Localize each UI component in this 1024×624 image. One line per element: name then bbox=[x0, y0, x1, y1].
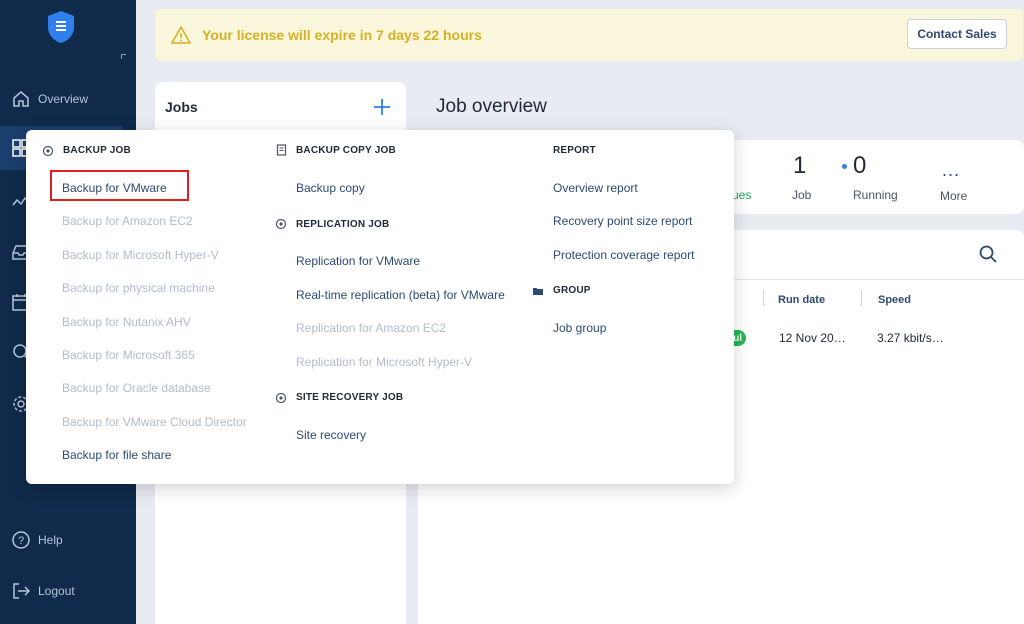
replication-icon bbox=[275, 218, 287, 230]
column-header-run-date[interactable]: Run date bbox=[778, 294, 825, 306]
menu-item-backup-vcd: Backup for VMware Cloud Director bbox=[62, 415, 247, 429]
column-separator bbox=[763, 290, 764, 306]
column-header-speed[interactable]: Speed bbox=[878, 294, 911, 306]
replication-header: REPLICATION JOB bbox=[296, 219, 390, 230]
menu-item-backup-physical: Backup for physical machine bbox=[62, 281, 215, 295]
logout-icon bbox=[13, 583, 30, 599]
jobs-title: Jobs bbox=[165, 99, 198, 115]
menu-item-backup-copy[interactable]: Backup copy bbox=[296, 181, 365, 195]
job-label: Job bbox=[792, 188, 812, 202]
svg-text:?: ? bbox=[18, 535, 24, 547]
help-label: Help bbox=[38, 533, 63, 547]
backup-copy-icon bbox=[276, 144, 287, 156]
backup-copy-header: BACKUP COPY JOB bbox=[296, 145, 396, 156]
folder-icon bbox=[533, 288, 543, 295]
running-count[interactable]: 0 bbox=[853, 152, 866, 180]
issues-label[interactable]: ues bbox=[732, 188, 751, 202]
sidebar-item-overview[interactable]: Overview bbox=[0, 77, 136, 121]
menu-item-job-group[interactable]: Job group bbox=[553, 321, 606, 335]
running-label: Running bbox=[853, 188, 898, 202]
table-cell-run-date: 12 Nov 20… bbox=[779, 331, 846, 345]
more-label[interactable]: More bbox=[940, 189, 967, 203]
site-recovery-icon bbox=[275, 392, 287, 404]
logout-label: Logout bbox=[38, 584, 75, 598]
menu-item-site-recovery[interactable]: Site recovery bbox=[296, 428, 366, 442]
shield-logo-icon bbox=[48, 11, 74, 43]
column-separator bbox=[861, 290, 862, 306]
menu-item-backup-hyper-v: Backup for Microsoft Hyper-V bbox=[62, 248, 219, 262]
menu-item-replication-hyper-v: Replication for Microsoft Hyper-V bbox=[296, 355, 473, 369]
page-title: Job overview bbox=[436, 96, 547, 117]
sidebar-item-help[interactable]: ? Help bbox=[0, 518, 136, 562]
menu-item-overview-report[interactable]: Overview report bbox=[553, 181, 638, 195]
contact-sales-button[interactable]: Contact Sales bbox=[907, 19, 1007, 49]
menu-item-protection-coverage-report[interactable]: Protection coverage report bbox=[553, 248, 694, 262]
table-cell-speed: 3.27 kbit/s… bbox=[877, 331, 944, 345]
menu-item-backup-m365: Backup for Microsoft 365 bbox=[62, 348, 195, 362]
menu-item-backup-nutanix: Backup for Nutanix AHV bbox=[62, 315, 191, 329]
group-header: GROUP bbox=[553, 285, 591, 296]
backup-job-header: BACKUP JOB bbox=[63, 145, 131, 156]
add-job-button[interactable] bbox=[371, 96, 393, 118]
menu-item-replication-vmware[interactable]: Replication for VMware bbox=[296, 254, 420, 268]
collapse-sidebar-icon[interactable] bbox=[121, 54, 126, 59]
help-icon: ? bbox=[12, 531, 30, 549]
license-message: Your license will expire in 7 days 22 ho… bbox=[202, 27, 482, 43]
site-recovery-header: SITE RECOVERY JOB bbox=[296, 392, 404, 403]
menu-item-realtime-replication[interactable]: Real-time replication (beta) for VMware bbox=[296, 288, 505, 302]
menu-item-backup-oracle: Backup for Oracle database bbox=[62, 381, 211, 395]
sidebar-item-logout[interactable]: Logout bbox=[0, 569, 136, 613]
menu-item-backup-amazon-ec2: Backup for Amazon EC2 bbox=[62, 214, 193, 228]
menu-item-backup-file-share[interactable]: Backup for file share bbox=[62, 448, 171, 462]
warning-icon bbox=[171, 26, 191, 44]
home-icon bbox=[13, 91, 29, 107]
menu-item-recovery-point-size-report[interactable]: Recovery point size report bbox=[553, 214, 692, 228]
license-banner: Your license will expire in 7 days 22 ho… bbox=[155, 9, 1023, 61]
more-icon[interactable]: ... bbox=[942, 160, 960, 181]
backup-job-icon bbox=[42, 145, 54, 157]
new-job-menu: BACKUP JOB Backup for VMware Backup for … bbox=[26, 130, 734, 484]
sidebar-item-label: Overview bbox=[38, 92, 89, 106]
running-indicator-dot bbox=[842, 164, 847, 169]
menu-item-replication-ec2: Replication for Amazon EC2 bbox=[296, 321, 447, 335]
search-icon[interactable] bbox=[978, 244, 998, 264]
job-count[interactable]: 1 bbox=[793, 152, 806, 180]
report-header: REPORT bbox=[553, 145, 596, 156]
menu-item-backup-vmware[interactable]: Backup for VMware bbox=[62, 181, 167, 195]
